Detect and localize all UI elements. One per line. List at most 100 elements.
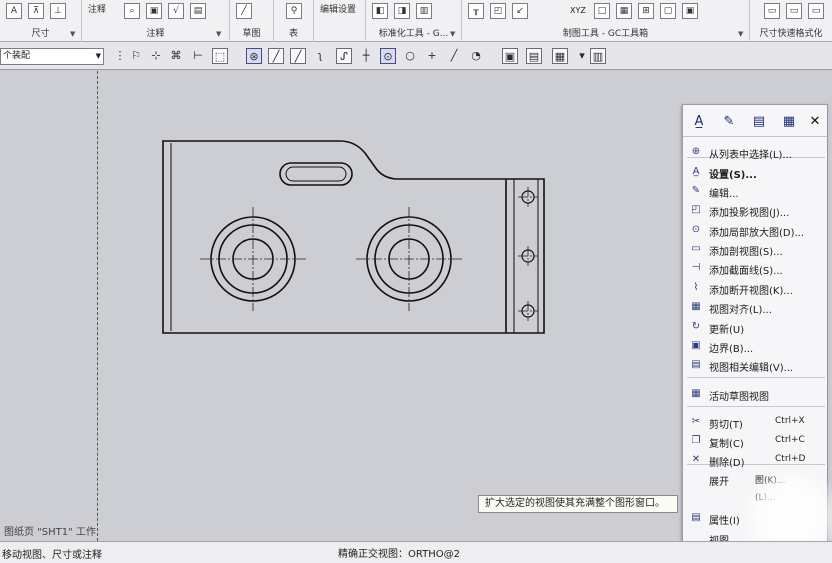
tool-icon[interactable]: ▭ — [786, 3, 802, 19]
ribbon-group-label: 制图工具 - GC工具箱 — [562, 29, 649, 39]
chevron-down-icon[interactable]: ▼ — [216, 30, 221, 38]
layout-icon[interactable]: ▥ — [590, 48, 606, 64]
menu-item[interactable]: ▦ 活动草图视图 — [683, 385, 829, 403]
boundary-icon: ▣ — [691, 340, 701, 351]
xyz-label: XYZ — [570, 6, 586, 15]
menu-item[interactable]: ▤ 属性(I) — [683, 509, 829, 527]
tool-icon[interactable]: ▢ — [660, 3, 676, 19]
tool-icon[interactable]: □ — [594, 3, 610, 19]
menu-item-shortcut: 图(K)... — [755, 476, 786, 486]
ribbon-group-label: 表 — [288, 29, 298, 39]
tool-icon[interactable]: ⊞ — [638, 3, 654, 19]
pie-icon[interactable]: ◔ — [468, 48, 484, 64]
plus-icon[interactable]: + — [424, 48, 440, 64]
menu-item[interactable]: ✎ 编辑... — [683, 182, 829, 200]
menu-item[interactable]: ✕ 删除(D) Ctrl+D — [683, 451, 829, 469]
snap-icon[interactable]: ⊹ — [148, 48, 164, 64]
table-icon[interactable]: ▤ — [190, 3, 206, 19]
ribbon-group-sketch: ╱ 草图 — [230, 0, 274, 42]
layout-icon[interactable]: ▦ — [552, 48, 568, 64]
check-icon[interactable]: √ — [168, 3, 184, 19]
line-icon[interactable]: ╱ — [290, 48, 306, 64]
sketch-line-icon[interactable]: ╱ — [236, 3, 252, 19]
chevron-down-icon[interactable]: ▼ — [70, 30, 75, 38]
selection-filter-value: 个装配 — [3, 51, 31, 61]
view-icon[interactable]: ▣ — [502, 48, 518, 64]
menu-item[interactable]: ↻ 更新(U) — [683, 318, 829, 336]
context-menu: A̲ ✎ ▤ ▦ ✕ ⊕ 从列表中选择(L)... A̲ 设置(S)... ✎ 编辑...… — [682, 104, 828, 563]
chevron-down-icon[interactable]: ▼ — [450, 30, 455, 38]
status-bar: 移动视图、尺寸或注释 精确正交视图：ORTHO@2 — [0, 541, 832, 563]
tool-icon[interactable]: ╥ — [468, 3, 484, 19]
rectangle-select-icon[interactable]: ⬚ — [212, 48, 228, 64]
select-icon[interactable]: ⋮ — [112, 48, 128, 64]
curve-snap-icon[interactable]: ᔑ — [336, 48, 352, 64]
tool-icon[interactable]: ◰ — [490, 3, 506, 19]
intersection-icon[interactable]: ┼ — [358, 48, 374, 64]
close-icon[interactable]: ✕ — [805, 112, 825, 132]
menu-item[interactable]: ▭ 添加剖视图(S)... — [683, 240, 829, 258]
menu-item[interactable]: ◰ 添加投影视图(J)... — [683, 201, 829, 219]
tool-icon[interactable]: ▥ — [416, 3, 432, 19]
menu-item-label: 活动草图视图 — [709, 392, 769, 403]
chevron-down-icon[interactable]: ▼ — [96, 49, 101, 64]
snap-point-icon[interactable]: ⊛ — [246, 48, 262, 64]
section-view-icon: ▭ — [691, 243, 701, 254]
selection-filter-dropdown[interactable]: 个装配 ▼ — [0, 48, 104, 65]
tool-icon[interactable]: ▦ — [616, 3, 632, 19]
angular-dim-icon[interactable]: ⊼ — [28, 3, 44, 19]
filter-icon[interactable]: ⚐ — [128, 48, 144, 64]
tool-icon[interactable]: ▣ — [682, 3, 698, 19]
ribbon-group-label: 尺寸快速格式化 — [759, 29, 823, 39]
pin-icon[interactable]: ⚲ — [286, 3, 302, 19]
line-icon[interactable]: ╱ — [268, 48, 284, 64]
snap-icon[interactable]: ⌘ — [168, 48, 184, 64]
ribbon-group-label: 注释 — [146, 29, 165, 39]
menu-item[interactable]: ⊕ 从列表中选择(L)... — [683, 143, 829, 161]
view-settings-icon[interactable]: ▤ — [749, 112, 769, 132]
menu-item-label: 边界(B)... — [709, 344, 754, 355]
curve-icon[interactable]: ʅ — [312, 48, 328, 64]
copy-icon: ❐ — [691, 435, 701, 446]
style-icon[interactable]: A̲ — [689, 112, 709, 132]
tool-icon[interactable]: ◨ — [394, 3, 410, 19]
menu-item[interactable]: ▣ 边界(B)... — [683, 337, 829, 355]
menu-item-label: 剪切(T) — [709, 420, 743, 431]
menu-item[interactable]: ⊣ 添加截面线(S)... — [683, 259, 829, 277]
menu-item[interactable]: ▤ 视图相关编辑(V)... — [683, 356, 829, 374]
menu-item[interactable]: A̲ 设置(S)... — [683, 163, 829, 181]
update-icon: ↻ — [691, 321, 701, 332]
edit-icon[interactable]: ✎ — [719, 112, 739, 132]
menu-item-label: 删除(D) — [709, 458, 745, 469]
image-icon[interactable]: ▣ — [146, 3, 162, 19]
menu-item-label: 添加局部放大图(D)... — [709, 228, 805, 239]
tool-icon[interactable]: ▭ — [808, 3, 824, 19]
menu-separator — [687, 377, 825, 378]
menu-item[interactable]: ▦ 视图对齐(L)... — [683, 298, 829, 316]
snap-icon[interactable]: ⊢ — [190, 48, 206, 64]
chevron-down-icon[interactable]: ▾ — [574, 48, 590, 64]
sketch-view-icon[interactable]: ▦ — [779, 112, 799, 132]
ribbon: A ⊼ ⊥ 尺寸 ▼ 注释 ⌕ ▣ √ ▤ 注释 ▼ ╱ 草图 ⚲ 表 编辑设置… — [0, 0, 832, 42]
tool-icon[interactable]: ▭ — [764, 3, 780, 19]
view-icon[interactable]: ▤ — [526, 48, 542, 64]
menu-item-shortcut: Ctrl+X — [775, 416, 805, 426]
menu-item-label: 视图相关编辑(V)... — [709, 363, 794, 374]
part-outline — [162, 140, 545, 334]
search-icon[interactable]: ⌕ — [124, 3, 140, 19]
slot-inner — [285, 166, 347, 182]
menu-item[interactable]: 展开 图(K)... — [683, 470, 829, 488]
arrow-icon[interactable]: ↙ — [512, 3, 528, 19]
menu-item[interactable]: ⊙ 添加局部放大图(D)... — [683, 221, 829, 239]
circle-icon[interactable]: ○ — [402, 48, 418, 64]
menu-item[interactable]: ❐ 复制(C) Ctrl+C — [683, 432, 829, 450]
menu-item[interactable]: ✂ 剪切(T) Ctrl+X — [683, 413, 829, 431]
dimension-icon[interactable]: A — [6, 3, 22, 19]
chevron-down-icon[interactable]: ▼ — [738, 30, 743, 38]
line-icon[interactable]: ╱ — [446, 48, 462, 64]
circle-center-icon[interactable]: ⊙ — [380, 48, 396, 64]
menu-item[interactable]: ⌇ 添加断开视图(K)... — [683, 279, 829, 297]
tool-icon[interactable]: ◧ — [372, 3, 388, 19]
ordinate-dim-icon[interactable]: ⊥ — [50, 3, 66, 19]
menu-item[interactable]: (L)... — [683, 490, 829, 508]
